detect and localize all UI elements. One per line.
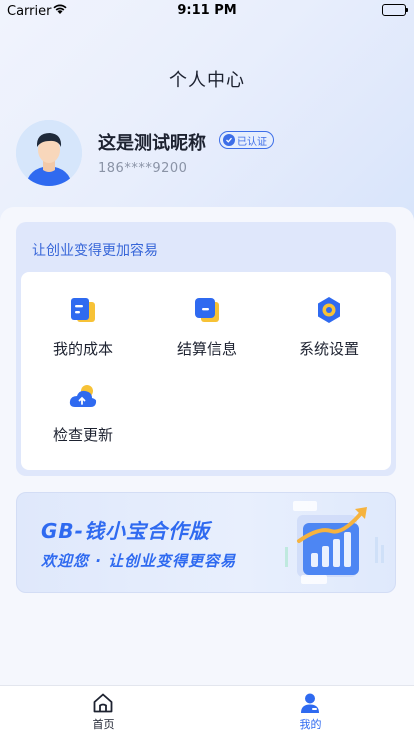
tab-label: 首页 [92,718,115,731]
tab-home[interactable]: 首页 [0,686,207,736]
battery-icon [382,4,408,16]
check-icon [223,134,235,146]
menu-item-label: 我的成本 [52,340,113,358]
tab-mine[interactable]: 我的 [207,686,414,736]
menu-item-my-cost[interactable]: 我的成本 [21,272,145,358]
card-icon [193,296,221,324]
menu-item-system-settings[interactable]: 系统设置 [267,272,391,358]
user-avatar-icon [16,120,82,186]
tab-bar: 首页 我的 [0,685,414,736]
function-card-title: 让创业变得更加容易 [32,243,158,259]
verified-badge: 已认证 [219,131,274,149]
function-card: 让创业变得更加容易 我的成本 结算信息 系统设置 检查更新 [16,222,396,476]
page-title: 个人中心 [169,70,245,91]
document-icon [69,296,97,324]
tab-label: 我的 [299,718,322,731]
menu-item-label: 系统设置 [298,340,359,358]
verified-badge-label: 已认证 [237,136,267,148]
menu-item-label: 结算信息 [176,340,237,358]
function-grid: 我的成本 结算信息 系统设置 检查更新 [21,272,391,470]
menu-item-settlement[interactable]: 结算信息 [145,272,269,358]
avatar[interactable] [16,120,82,186]
status-bar: Carrier 9:11 PM [0,0,414,22]
home-icon [92,692,114,714]
banner-title: GB-钱小宝合作版 [41,519,210,543]
user-icon [299,692,321,714]
cloud-upload-icon [69,382,97,410]
menu-item-check-update[interactable]: 检查更新 [21,358,145,444]
promo-banner[interactable]: GB-钱小宝合作版 欢迎您 · 让创业变得更容易 [16,492,396,593]
banner-subtitle: 欢迎您 · 让创业变得更容易 [41,552,237,570]
menu-item-label: 检查更新 [52,426,113,444]
growth-chart-illustration [279,497,395,589]
phone-number: 186****9200 [98,161,188,176]
nickname: 这是测试昵称 [98,133,206,154]
settings-icon [315,296,343,324]
clock: 9:11 PM [177,3,237,18]
